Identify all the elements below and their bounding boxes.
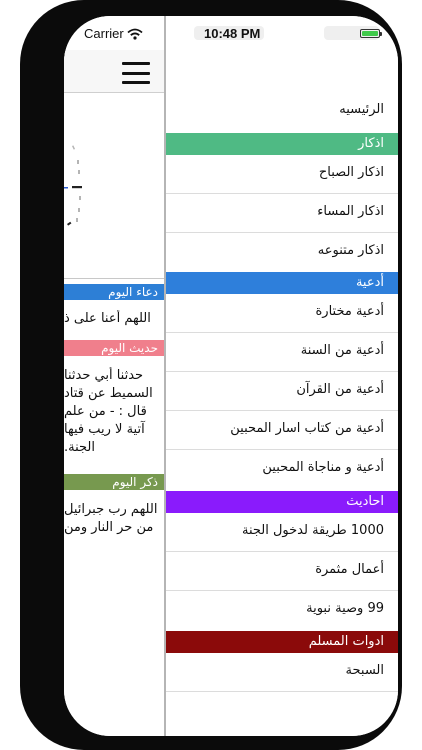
screen: دعاء اليوم اللهم أعنا على ذ حديث اليوم ح…: [64, 16, 398, 736]
menu-item-morning-adhkar[interactable]: اذكار الصباح: [166, 155, 398, 194]
menu-item-sunnah-duas[interactable]: أدعية من السنة: [166, 333, 398, 372]
menu-item-book-duas[interactable]: أدعية من كتاب اسار المحبين: [166, 411, 398, 450]
menu-item-home[interactable]: الرئيسيه: [166, 92, 398, 131]
menu-section-hadiths: احاديث: [166, 491, 398, 513]
menu-item-fruitful-deeds[interactable]: أعمال مثمرة: [166, 552, 398, 591]
carrier-label: Carrier: [84, 26, 124, 41]
status-time: 10:48 PM: [204, 26, 261, 41]
menu-section-muslim-tools: ادوات المسلم: [166, 631, 398, 653]
menu-section-duas: أدعية: [166, 272, 398, 294]
daily-dua-header: دعاء اليوم: [64, 284, 164, 300]
main-content-pane: دعاء اليوم اللهم أعنا على ذ حديث اليوم ح…: [64, 16, 166, 736]
menu-item-quran-duas[interactable]: أدعية من القرآن: [166, 372, 398, 411]
divider: [64, 278, 166, 279]
daily-hadith-header: حديث اليوم: [64, 340, 164, 356]
hamburger-icon[interactable]: [122, 62, 150, 84]
menu-item-tasbih[interactable]: السبحة: [166, 653, 398, 692]
clock-face-icon: [64, 145, 82, 226]
menu-section-adhkar: اذكار: [166, 133, 398, 155]
daily-dhikr-header: ذكر اليوم: [64, 474, 164, 490]
wifi-icon: [127, 28, 143, 40]
navigation-bar: [64, 50, 166, 93]
menu-item-various-adhkar[interactable]: اذكار متنوعه: [166, 233, 398, 272]
menu-item-supplication-duas[interactable]: أدعية و مناجاة المحبين: [166, 450, 398, 489]
menu-item-prophetic-advice[interactable]: 99 وصية نبوية: [166, 591, 398, 630]
phone-frame: دعاء اليوم اللهم أعنا على ذ حديث اليوم ح…: [20, 0, 402, 750]
daily-dhikr-text: اللهم رب جبرائيل من حر النار ومن: [64, 502, 158, 535]
battery-icon: [360, 29, 382, 38]
daily-hadith-text: حدثنا أبي حدثنا السميط عن قتاد قال : - م…: [64, 368, 153, 455]
menu-item-selected-duas[interactable]: أدعية مختارة: [166, 294, 398, 333]
menu-item-evening-adhkar[interactable]: اذكار المساء: [166, 194, 398, 233]
menu-item-paths-to-paradise[interactable]: 1000 طريقة لدخول الجنة: [166, 513, 398, 552]
daily-dua-text: اللهم أعنا على ذ: [64, 311, 151, 326]
side-menu: الرئيسيه اذكار اذكار الصباح اذكار المساء…: [166, 16, 398, 736]
